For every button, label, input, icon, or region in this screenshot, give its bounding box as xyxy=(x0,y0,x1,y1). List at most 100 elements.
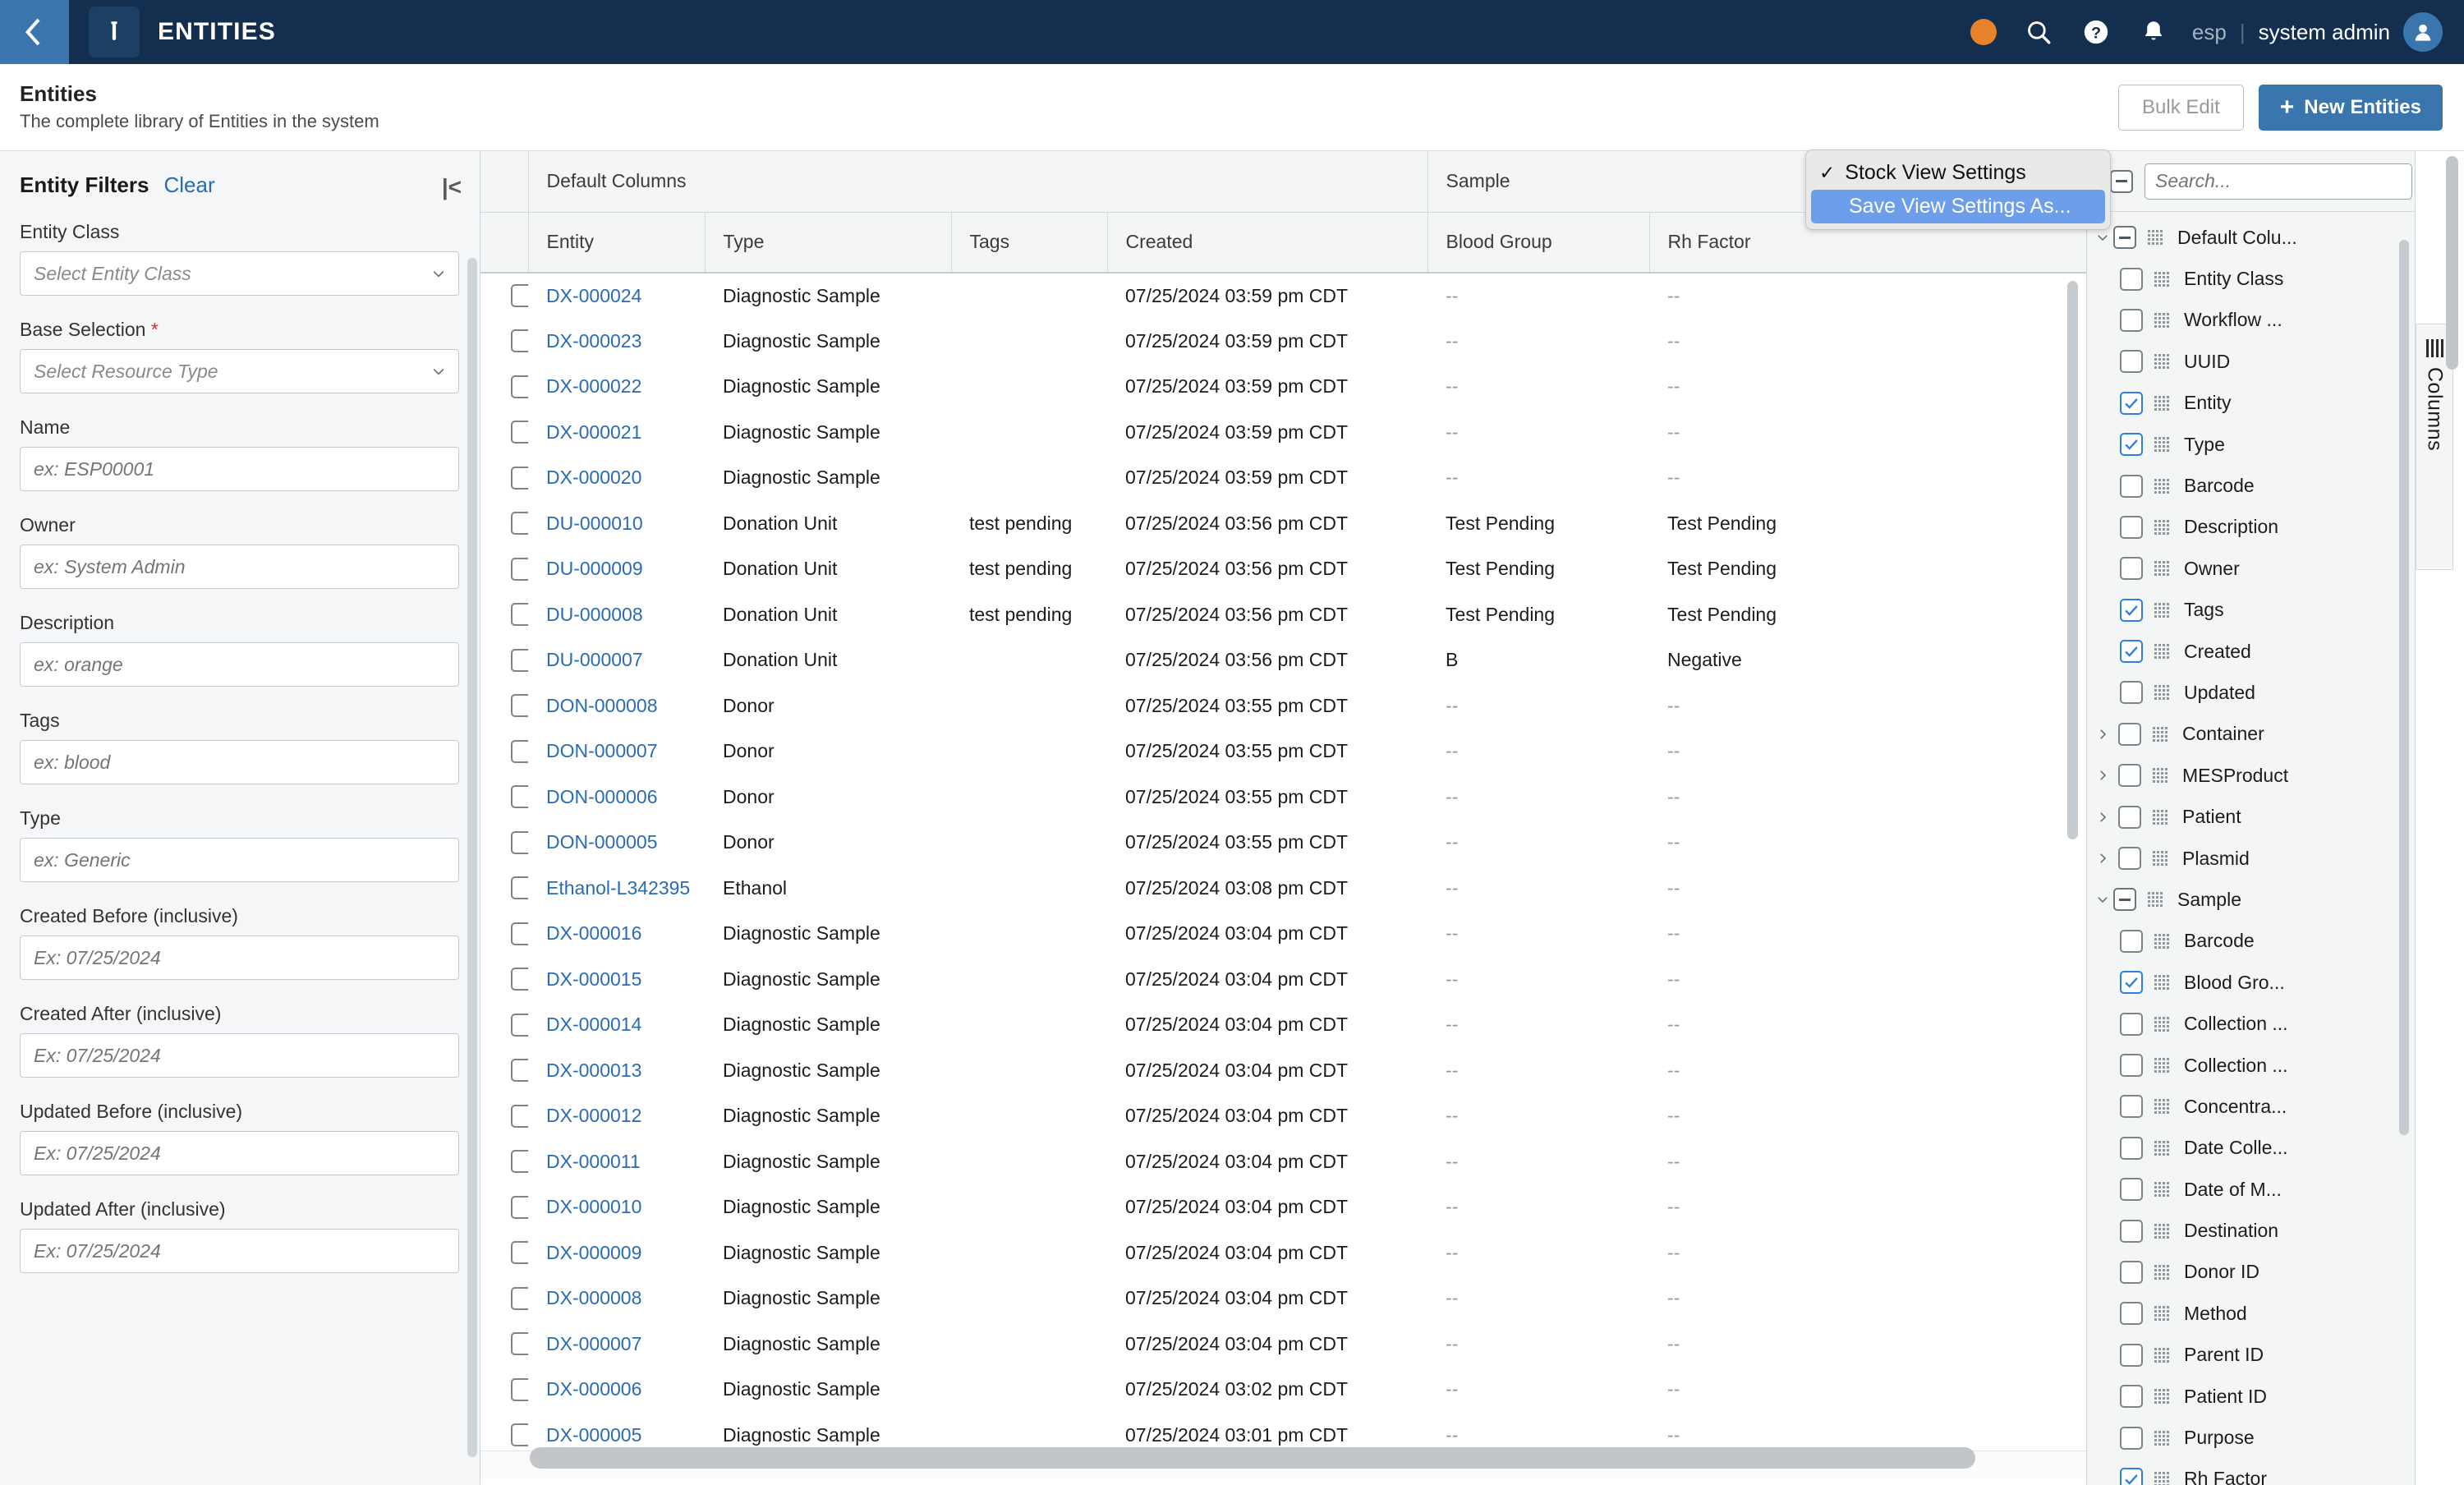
table-column-header[interactable]: Type xyxy=(704,212,951,274)
entity-link[interactable]: Ethanol-L342395 xyxy=(546,877,690,899)
columns-item-row[interactable]: Parent ID xyxy=(2087,1335,2415,1376)
row-checkbox-cell[interactable] xyxy=(480,1184,528,1230)
column-checkbox[interactable] xyxy=(2120,474,2143,498)
table-row[interactable]: DX-000024 Diagnostic Sample 07/25/2024 03:… xyxy=(480,273,2086,319)
column-checkbox[interactable] xyxy=(2120,598,2143,622)
entity-link[interactable]: DU-000010 xyxy=(546,513,643,534)
table-row[interactable]: Ethanol-L342395 Ethanol 07/25/2024 03:08 p… xyxy=(480,866,2086,912)
row-checkbox[interactable] xyxy=(511,375,528,398)
columns-panel-scrollbar[interactable] xyxy=(2399,240,2409,1135)
row-entity-cell[interactable]: DX-000023 xyxy=(528,319,705,365)
row-checkbox[interactable] xyxy=(511,1332,528,1356)
help-circle-icon[interactable]: ? xyxy=(2077,13,2115,51)
row-checkbox-cell[interactable] xyxy=(480,1230,528,1276)
table-row[interactable]: DX-000023 Diagnostic Sample 07/25/2024 03:… xyxy=(480,319,2086,365)
drag-handle-icon[interactable] xyxy=(2154,312,2176,329)
clear-filters-link[interactable]: Clear xyxy=(163,172,214,198)
columns-item-row[interactable]: Created xyxy=(2087,631,2415,672)
table-column-header[interactable]: Entity xyxy=(528,212,705,274)
columns-item-row[interactable]: Barcode xyxy=(2087,465,2415,506)
row-checkbox-cell[interactable] xyxy=(480,637,528,683)
row-entity-cell[interactable]: DX-000011 xyxy=(528,1139,705,1185)
entity-link[interactable]: DX-000009 xyxy=(546,1242,641,1263)
entity-link[interactable]: DON-000006 xyxy=(546,786,658,807)
drag-handle-icon[interactable] xyxy=(2154,353,2176,370)
expand-toggle[interactable] xyxy=(2092,810,2113,825)
collapse-all-checkbox[interactable] xyxy=(2110,169,2133,193)
drag-handle-icon[interactable] xyxy=(2153,809,2174,825)
row-checkbox[interactable] xyxy=(511,603,528,627)
drag-handle-icon[interactable] xyxy=(2154,933,2176,949)
filter-input[interactable] xyxy=(20,1131,459,1175)
table-row[interactable]: DX-000022 Diagnostic Sample 07/25/2024 03:… xyxy=(480,364,2086,410)
row-checkbox-cell[interactable] xyxy=(480,911,528,957)
table-row[interactable]: DON-000007 Donor 07/25/2024 03:55 pm CDT --… xyxy=(480,729,2086,775)
entity-link[interactable]: DX-000016 xyxy=(546,922,641,944)
table-column-header[interactable]: Created xyxy=(1106,212,1428,274)
columns-group-row[interactable]: Patient xyxy=(2087,796,2415,837)
collapse-sidebar-icon[interactable]: |< xyxy=(442,174,462,200)
row-checkbox[interactable] xyxy=(511,1013,528,1037)
row-entity-cell[interactable]: DU-000007 xyxy=(528,637,705,683)
expand-toggle[interactable] xyxy=(2092,768,2113,783)
group-checkbox[interactable] xyxy=(2118,764,2141,788)
entity-link[interactable]: DX-000020 xyxy=(546,467,641,488)
filter-input[interactable] xyxy=(20,740,459,784)
row-checkbox-cell[interactable] xyxy=(480,1322,528,1368)
drag-handle-icon[interactable] xyxy=(2154,1016,2176,1032)
row-checkbox[interactable] xyxy=(511,1150,528,1174)
drag-handle-icon[interactable] xyxy=(2154,478,2176,494)
row-checkbox[interactable] xyxy=(511,1195,528,1219)
avatar[interactable] xyxy=(2403,12,2443,52)
filter-input[interactable] xyxy=(20,545,459,589)
row-checkbox[interactable] xyxy=(511,1104,528,1128)
row-entity-cell[interactable]: DX-000010 xyxy=(528,1184,705,1230)
table-horizontal-scrollbar[interactable] xyxy=(530,1447,1975,1469)
entity-link[interactable]: DX-000022 xyxy=(546,375,641,397)
view-menu-item[interactable]: Stock View Settings xyxy=(1811,156,2105,190)
table-row[interactable]: DU-000009 Donation Unit test pending 07/25/… xyxy=(480,546,2086,592)
row-checkbox[interactable] xyxy=(511,785,528,809)
columns-item-row[interactable]: Entity Class xyxy=(2087,258,2415,299)
filter-input[interactable] xyxy=(20,1033,459,1078)
row-entity-cell[interactable]: DX-000014 xyxy=(528,1002,705,1048)
column-checkbox[interactable] xyxy=(2120,1095,2143,1119)
columns-item-row[interactable]: Rh Factor xyxy=(2087,1459,2415,1485)
columns-group-row[interactable]: Plasmid xyxy=(2087,838,2415,879)
table-row[interactable]: DX-000020 Diagnostic Sample 07/25/2024 03:… xyxy=(480,455,2086,501)
drag-handle-icon[interactable] xyxy=(2154,395,2176,411)
column-checkbox[interactable] xyxy=(2120,1178,2143,1202)
columns-item-row[interactable]: Method xyxy=(2087,1293,2415,1334)
table-row[interactable]: DU-000008 Donation Unit test pending 07/25/… xyxy=(480,592,2086,638)
columns-item-row[interactable]: Description xyxy=(2087,507,2415,548)
columns-item-row[interactable]: UUID xyxy=(2087,341,2415,382)
entity-link[interactable]: DU-000008 xyxy=(546,604,643,625)
drag-handle-icon[interactable] xyxy=(2148,229,2169,246)
row-checkbox[interactable] xyxy=(511,694,528,718)
row-entity-cell[interactable]: DX-000008 xyxy=(528,1276,705,1322)
row-checkbox[interactable] xyxy=(511,512,528,536)
entity-link[interactable]: DON-000008 xyxy=(546,695,658,716)
bell-icon[interactable] xyxy=(2135,13,2172,51)
entity-link[interactable]: DX-000010 xyxy=(546,1196,641,1217)
table-horizontal-scrollbar-track[interactable] xyxy=(480,1447,2086,1478)
entity-link[interactable]: DX-000013 xyxy=(546,1060,641,1081)
row-entity-cell[interactable]: Ethanol-L342395 xyxy=(528,866,705,912)
drag-handle-icon[interactable] xyxy=(2154,1471,2176,1485)
drag-handle-icon[interactable] xyxy=(2154,560,2176,577)
table-row[interactable]: DX-000008 Diagnostic Sample 07/25/2024 03:… xyxy=(480,1276,2086,1322)
expand-toggle[interactable] xyxy=(2092,727,2113,742)
sidebar-scrollbar[interactable] xyxy=(467,258,477,1457)
drag-handle-icon[interactable] xyxy=(2154,1305,2176,1322)
row-checkbox[interactable] xyxy=(511,284,528,308)
row-checkbox-cell[interactable] xyxy=(480,866,528,912)
table-row[interactable]: DX-000006 Diagnostic Sample 07/25/2024 03:… xyxy=(480,1367,2086,1413)
filter-select[interactable]: Select Entity Class xyxy=(20,251,459,296)
drag-handle-icon[interactable] xyxy=(2153,726,2174,742)
drag-handle-icon[interactable] xyxy=(2154,1388,2176,1405)
view-menu-item[interactable]: Save View Settings As... xyxy=(1811,190,2105,223)
group-checkbox[interactable] xyxy=(2113,888,2136,912)
table-row[interactable]: DON-000008 Donor 07/25/2024 03:55 pm CDT --… xyxy=(480,683,2086,729)
group-checkbox[interactable] xyxy=(2118,722,2141,746)
drag-handle-icon[interactable] xyxy=(2154,1181,2176,1198)
